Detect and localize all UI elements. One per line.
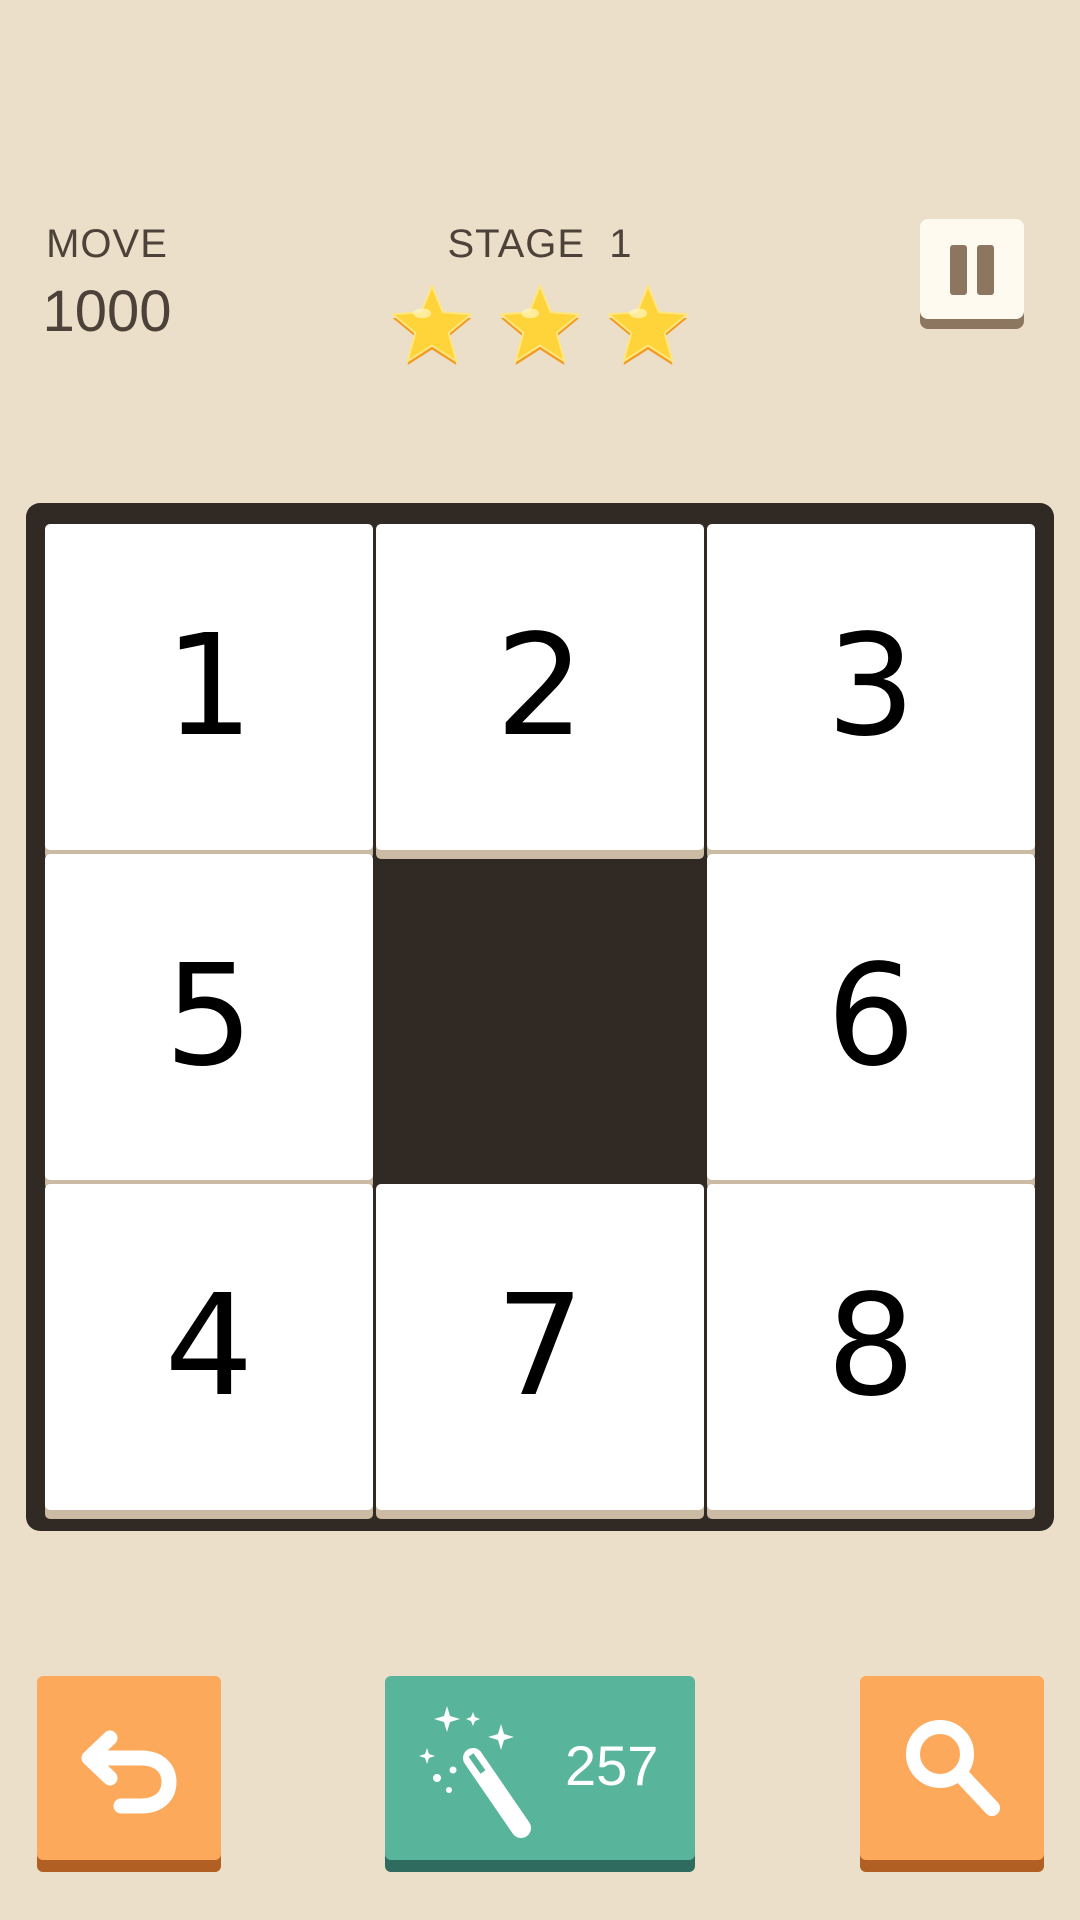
star-icon <box>391 284 473 366</box>
puzzle-tile[interactable]: 2 <box>376 524 704 850</box>
puzzle-tile[interactable]: 1 <box>45 524 373 850</box>
magic-count: 257 <box>565 1734 659 1797</box>
magic-wand-icon <box>419 1706 531 1838</box>
puzzle-tile[interactable]: 6 <box>707 854 1035 1180</box>
move-label: MOVE <box>46 222 168 266</box>
pause-button[interactable] <box>920 219 1024 319</box>
search-icon <box>906 1720 1000 1816</box>
move-counter: 1000 <box>42 279 172 344</box>
pause-icon <box>977 245 994 295</box>
undo-icon <box>81 1730 177 1814</box>
puzzle-tile[interactable]: 8 <box>707 1184 1035 1510</box>
puzzle-tile[interactable]: 7 <box>376 1184 704 1510</box>
star-icon <box>499 284 581 366</box>
pause-icon <box>950 245 967 295</box>
tile-number: 2 <box>495 605 585 768</box>
tile-number: 8 <box>826 1265 916 1428</box>
puzzle-board: 1 2 3 5 6 4 7 8 <box>26 503 1054 1531</box>
tile-number: 5 <box>164 935 254 1098</box>
star-icon <box>607 284 689 366</box>
tile-number: 4 <box>164 1265 254 1428</box>
star-rating <box>380 276 700 376</box>
puzzle-tile[interactable]: 5 <box>45 854 373 1180</box>
tile-number: 3 <box>826 605 916 768</box>
hint-button[interactable] <box>860 1676 1044 1860</box>
magic-wand-button[interactable]: 257 <box>385 1676 695 1860</box>
stage-label: STAGE 1 <box>447 222 633 266</box>
undo-button[interactable] <box>37 1676 221 1860</box>
puzzle-tile[interactable]: 3 <box>707 524 1035 850</box>
tile-number: 6 <box>826 935 916 1098</box>
puzzle-tile[interactable]: 4 <box>45 1184 373 1510</box>
tile-number: 1 <box>164 605 254 768</box>
tile-number: 7 <box>495 1265 585 1428</box>
